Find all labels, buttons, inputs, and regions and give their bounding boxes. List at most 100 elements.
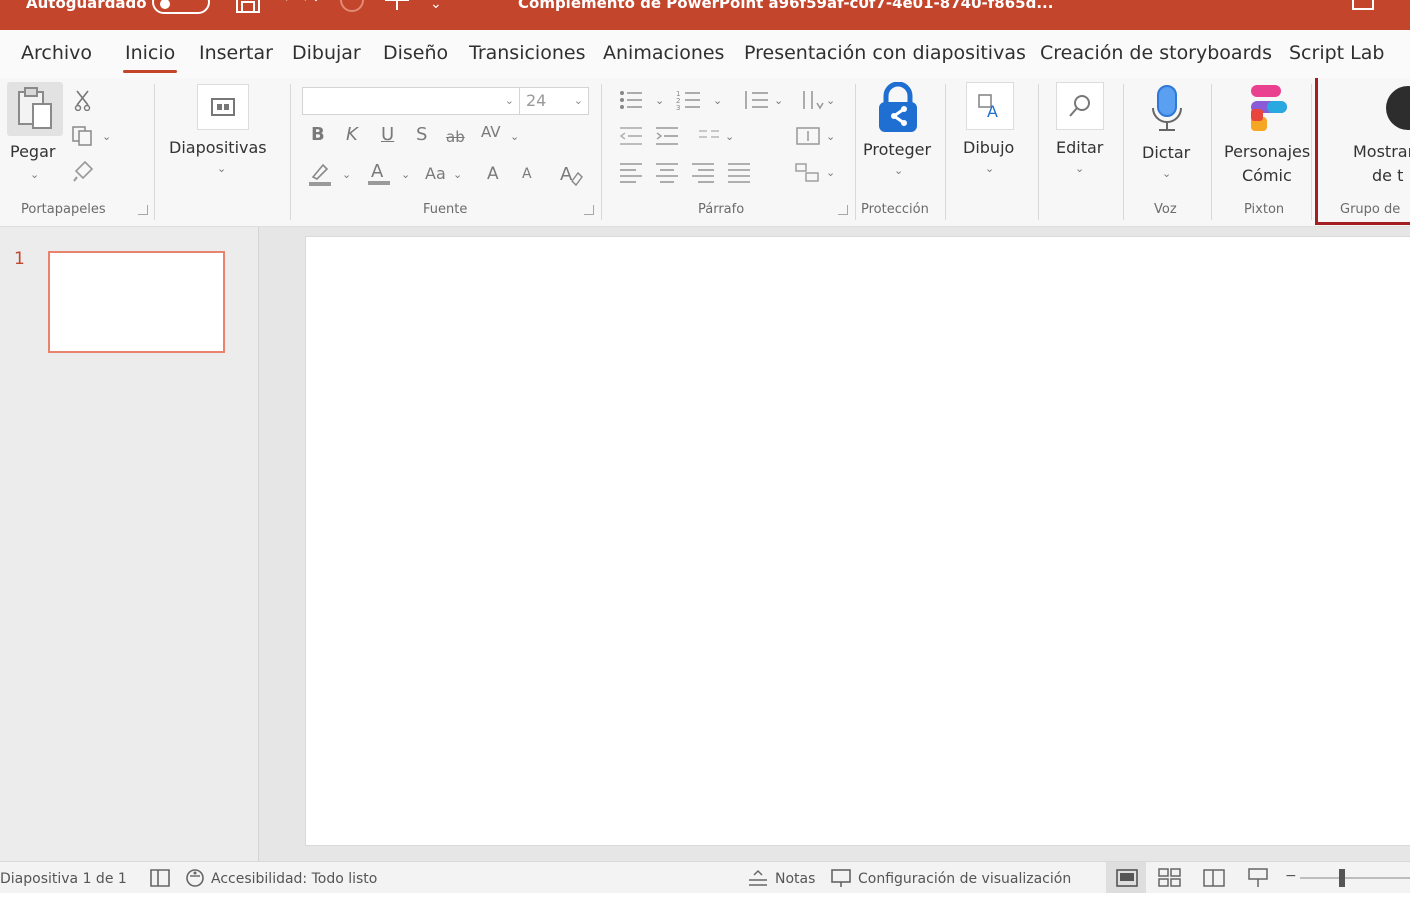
drawing-label[interactable]: Dibujo [963,138,1014,157]
present-icon[interactable] [384,0,410,18]
paste-chevron-icon[interactable]: ⌄ [30,168,39,181]
smartart-chevron-icon[interactable]: ⌄ [826,166,835,179]
editing-label[interactable]: Editar [1056,138,1103,157]
protect-label[interactable]: Proteger [863,140,931,159]
autosave-toggle[interactable] [152,0,210,14]
notes-label[interactable]: Notas [775,871,815,887]
tab-diseno[interactable]: Diseño [383,42,448,64]
drawing-chevron-icon[interactable]: ⌄ [985,162,994,175]
underline-icon[interactable]: U [381,124,394,145]
display-settings-icon[interactable] [830,867,854,889]
slideshow-view-icon[interactable] [1246,867,1270,889]
zoom-slider[interactable] [1300,877,1410,879]
slides-label[interactable]: Diapositivas [169,138,267,157]
clear-formatting-icon[interactable]: A [557,160,585,188]
customize-chevron-icon[interactable]: ⌄ [430,0,442,12]
search-icon[interactable] [1056,82,1104,130]
tab-presentacion[interactable]: Presentación con diapositivas [744,42,1026,64]
slide-sorter-icon[interactable] [1157,867,1183,889]
bullets-icon[interactable] [617,88,645,112]
slide-canvas[interactable] [305,236,1410,846]
smartart-icon[interactable] [793,160,823,184]
line-spacing-chevron-icon[interactable]: ⌄ [774,94,783,107]
decrease-indent-icon[interactable] [617,124,645,148]
protect-chevron-icon[interactable]: ⌄ [894,164,903,177]
align-text-icon[interactable] [793,124,823,148]
accessibility-icon[interactable] [184,867,208,889]
columns-icon[interactable] [696,124,724,148]
change-case-icon[interactable]: Aa [425,164,446,183]
font-color-icon[interactable]: A [366,158,392,188]
line-spacing-icon[interactable] [741,88,771,112]
highlight-icon[interactable] [306,160,334,188]
dictate-chevron-icon[interactable]: ⌄ [1162,167,1171,180]
italic-icon[interactable]: K [346,124,358,145]
text-direction-chevron-icon[interactable]: ⌄ [826,94,835,107]
reading-view-icon[interactable] [1202,867,1226,889]
align-center-icon[interactable] [653,160,681,184]
display-settings-label[interactable]: Configuración de visualización [858,871,1071,887]
strikethrough-icon[interactable]: ab [446,128,465,146]
justify-icon[interactable] [725,160,753,184]
increase-indent-icon[interactable] [653,124,681,148]
zoom-out-icon[interactable]: − [1285,868,1297,884]
text-direction-icon[interactable] [797,88,825,112]
format-painter-icon[interactable] [70,158,96,184]
zoom-slider-thumb[interactable] [1339,869,1345,887]
accessibility-status[interactable]: Accesibilidad: Todo listo [211,871,377,887]
tab-inicio[interactable]: Inicio [122,42,178,73]
tab-insertar[interactable]: Insertar [199,42,273,64]
normal-view-button[interactable] [1106,862,1146,894]
paste-icon[interactable] [7,82,63,136]
pixton-label-line2[interactable]: Cómic [1242,166,1292,185]
tab-script-lab[interactable]: Script Lab [1289,42,1384,64]
grow-font-icon[interactable]: A [487,164,499,184]
tab-dibujar[interactable]: Dibujar [292,42,361,64]
font-name-combo[interactable]: ⌄ [302,87,520,115]
tab-animaciones[interactable]: Animaciones [603,42,724,64]
shrink-font-icon[interactable]: A [522,166,532,182]
copy-icon[interactable] [70,124,96,148]
share-icon[interactable] [1352,0,1374,10]
editing-chevron-icon[interactable]: ⌄ [1075,162,1084,175]
slides-chevron-icon[interactable]: ⌄ [217,162,226,175]
dictate-label[interactable]: Dictar [1142,143,1190,162]
save-icon[interactable] [234,0,262,20]
bold-icon[interactable]: B [311,124,325,145]
align-text-chevron-icon[interactable]: ⌄ [826,130,835,143]
cut-icon[interactable] [72,88,94,112]
columns-chevron-icon[interactable]: ⌄ [725,130,734,143]
case-chevron-icon[interactable]: ⌄ [453,168,462,181]
tab-storyboards[interactable]: Creación de storyboards [1040,42,1272,64]
shield-icon[interactable] [874,82,922,134]
new-slide-icon[interactable] [197,84,249,130]
pixton-label-line1[interactable]: Personajes [1224,142,1310,161]
redo-icon[interactable] [339,0,365,18]
font-size-combo[interactable]: 24 ⌄ [519,87,589,115]
bullets-chevron-icon[interactable]: ⌄ [655,94,664,107]
spacing-chevron-icon[interactable]: ⌄ [510,130,519,143]
paste-label[interactable]: Pegar [10,142,55,161]
undo-icon[interactable] [282,0,322,18]
shadow-icon[interactable]: S [416,124,427,145]
paragraph-launcher-icon[interactable] [838,205,848,215]
align-left-icon[interactable] [617,160,645,184]
drawing-icon[interactable]: A [966,82,1014,130]
numbering-icon[interactable]: 123 [675,88,703,112]
addin-label-line1[interactable]: Mostrar [1353,142,1410,161]
slide-thumbnail[interactable] [48,251,225,353]
font-color-chevron-icon[interactable]: ⌄ [401,168,410,181]
character-spacing-icon[interactable]: AV [481,123,501,141]
highlight-chevron-icon[interactable]: ⌄ [342,168,351,181]
spell-check-icon[interactable] [149,867,171,889]
font-launcher-icon[interactable] [584,205,594,215]
microphone-icon[interactable] [1147,84,1187,136]
numbering-chevron-icon[interactable]: ⌄ [713,94,722,107]
tab-transiciones[interactable]: Transiciones [469,42,585,64]
pixton-logo[interactable] [1246,82,1292,136]
tab-archivo[interactable]: Archivo [21,42,92,64]
copy-chevron-icon[interactable]: ⌄ [102,130,111,143]
align-right-icon[interactable] [689,160,717,184]
clipboard-launcher-icon[interactable] [138,205,148,215]
notes-icon[interactable] [747,867,769,889]
